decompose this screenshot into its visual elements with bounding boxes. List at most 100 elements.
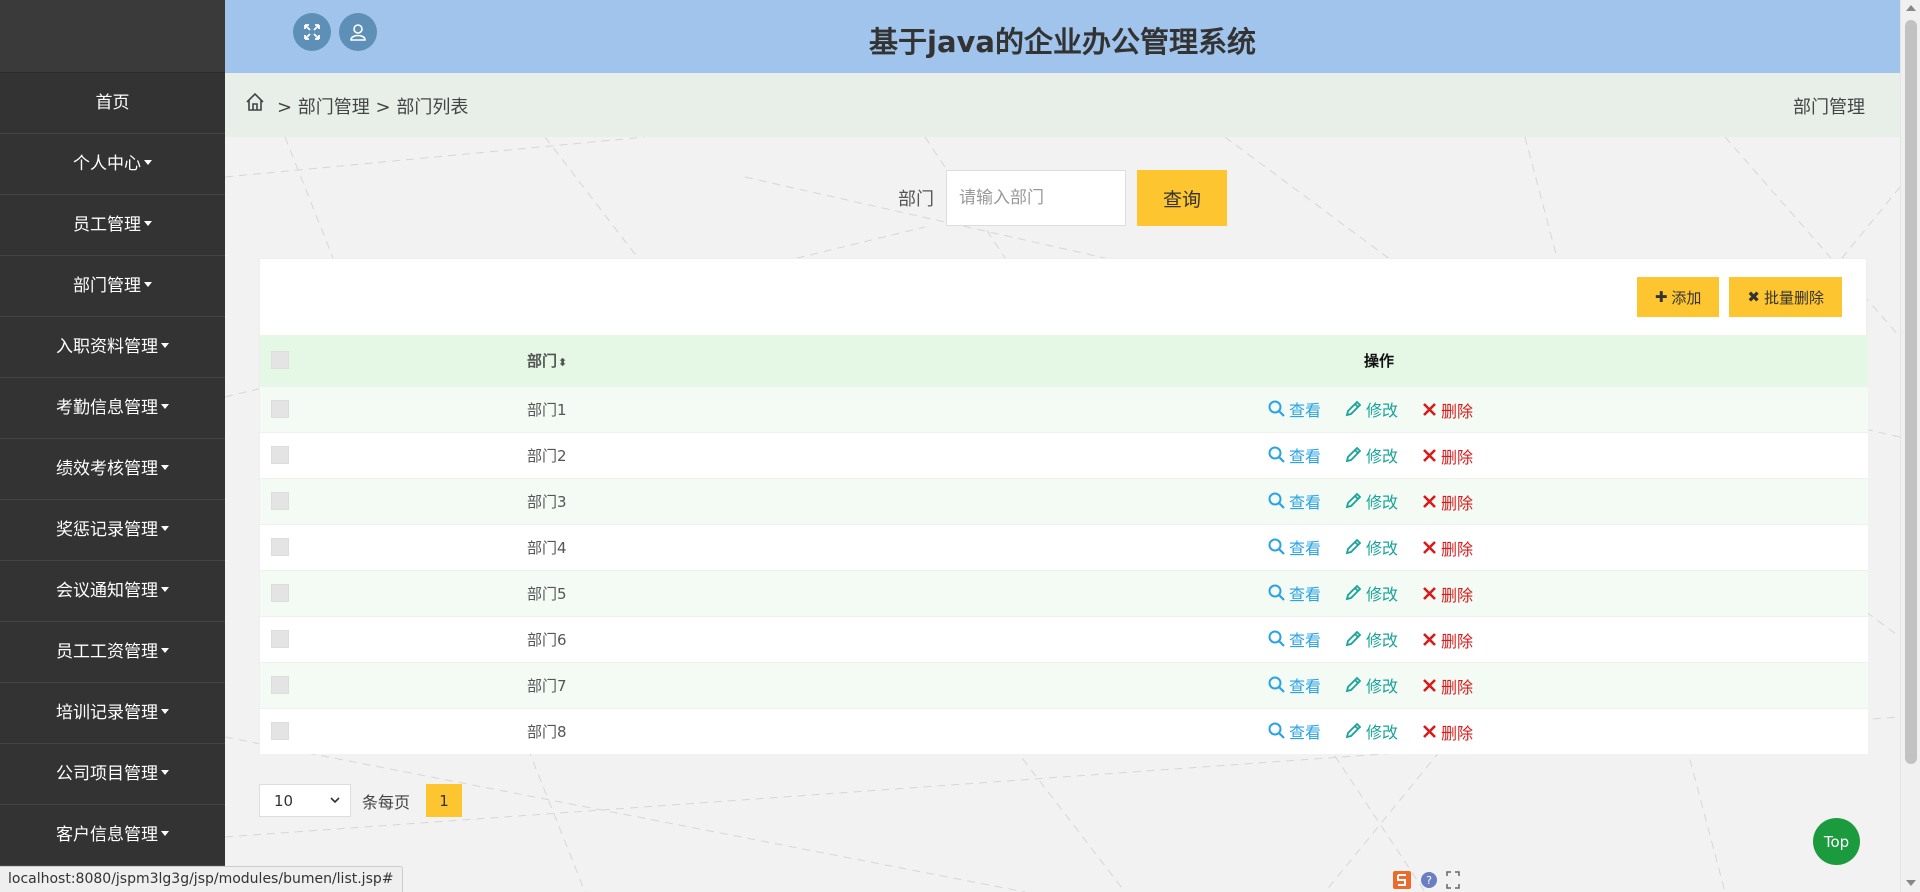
view-button[interactable]: 查看 (1268, 397, 1321, 421)
sidebar-item-label: 员工工资管理 (56, 642, 158, 662)
sidebar-item-1[interactable]: 个人中心 (0, 134, 225, 195)
back-to-top-button[interactable]: Top (1813, 818, 1860, 865)
plus-icon: ✚ (1654, 288, 1668, 306)
department-search-input[interactable] (946, 170, 1126, 226)
column-header-department[interactable]: 部门⬍ (300, 335, 860, 386)
row-checkbox[interactable] (271, 630, 289, 648)
delete-button[interactable]: 删除 (1422, 582, 1473, 606)
close-icon (1423, 403, 1436, 416)
edit-button[interactable]: 修改 (1345, 443, 1398, 467)
sidebar-menu: 首页 个人中心 员工管理 部门管理 入职资料管理 考勤信息管理 绩效考核管理奖惩记录管理会议… (0, 73, 225, 892)
department-name: 部门5 (527, 584, 567, 603)
html5-icon[interactable] (1392, 870, 1412, 890)
select-all-checkbox[interactable] (271, 351, 289, 370)
sidebar-item-8[interactable]: 会议通知管理 (0, 561, 225, 622)
row-actions: 查看 修改 删除 (860, 662, 1868, 708)
table-body: 部门1 查看 修改 删除 部门2 查看 修改 删除 部门3 查看 修改 删除 部门4 查看 修改 删除 部门5 查… (260, 386, 1868, 754)
sidebar-item-label: 奖惩记录管理 (56, 520, 158, 540)
caret-down-icon (161, 343, 169, 348)
scroll-up-arrow[interactable] (1906, 5, 1916, 11)
table-header-row: 部门⬍ 操作 (260, 335, 1868, 386)
sidebar-item-0[interactable]: 首页 (0, 73, 225, 134)
sort-icon[interactable]: ⬍ (558, 356, 567, 369)
view-button[interactable]: 查看 (1268, 581, 1321, 605)
delete-button[interactable]: 删除 (1422, 628, 1473, 652)
sidebar-item-10[interactable]: 培训记录管理 (0, 683, 225, 744)
department-name: 部门1 (527, 400, 567, 419)
sidebar-item-2[interactable]: 员工管理 (0, 195, 225, 256)
sidebar-item-12[interactable]: 客户信息管理 (0, 805, 225, 866)
caret-down-icon (161, 465, 169, 470)
view-button[interactable]: 查看 (1268, 627, 1321, 651)
row-actions: 查看 修改 删除 (860, 570, 1868, 616)
edit-button[interactable]: 修改 (1345, 627, 1398, 651)
sidebar-item-4[interactable]: 入职资料管理 (0, 317, 225, 378)
edit-button[interactable]: 修改 (1345, 673, 1398, 697)
row-actions: 查看 修改 删除 (860, 432, 1868, 478)
caret-down-icon (161, 770, 169, 775)
search-icon (1268, 630, 1285, 647)
delete-button[interactable]: 删除 (1422, 444, 1473, 468)
row-checkbox[interactable] (271, 538, 289, 556)
edit-button[interactable]: 修改 (1345, 535, 1398, 559)
pencil-icon (1345, 492, 1362, 509)
row-checkbox[interactable] (271, 584, 289, 602)
delete-button[interactable]: 删除 (1422, 674, 1473, 698)
close-icon (1423, 449, 1436, 462)
view-button[interactable]: 查看 (1268, 673, 1321, 697)
home-icon[interactable] (245, 92, 265, 112)
scroll-thumb[interactable] (1905, 20, 1917, 764)
vertical-scrollbar[interactable] (1900, 0, 1920, 892)
edit-button[interactable]: 修改 (1345, 719, 1398, 743)
department-name: 部门6 (527, 630, 567, 649)
table-row: 部门7 查看 修改 删除 (260, 662, 1868, 708)
pagination: 10 条每页 1 (259, 784, 463, 817)
table-row: 部门1 查看 修改 删除 (260, 386, 1868, 432)
edit-button[interactable]: 修改 (1345, 489, 1398, 513)
search-icon (1268, 676, 1285, 693)
sidebar-item-3[interactable]: 部门管理 (0, 256, 225, 317)
row-checkbox[interactable] (271, 676, 289, 694)
view-button[interactable]: 查看 (1268, 535, 1321, 559)
edit-button[interactable]: 修改 (1345, 397, 1398, 421)
delete-button[interactable]: 删除 (1422, 720, 1473, 744)
per-page-label: 条每页 (362, 792, 411, 812)
delete-button[interactable]: 删除 (1422, 490, 1473, 514)
search-icon (1268, 492, 1285, 509)
sidebar-item-11[interactable]: 公司项目管理 (0, 744, 225, 805)
page-number-current[interactable]: 1 (426, 784, 463, 817)
row-checkbox[interactable] (271, 722, 289, 741)
sidebar-item-9[interactable]: 员工工资管理 (0, 622, 225, 683)
row-checkbox[interactable] (271, 400, 289, 418)
sidebar-item-6[interactable]: 绩效考核管理 (0, 439, 225, 500)
caret-down-icon (161, 587, 169, 592)
chevron-down-icon (330, 797, 340, 804)
sidebar-item-5[interactable]: 考勤信息管理 (0, 378, 225, 439)
browser-status-url: localhost:8080/jspm3lg3g/jsp/modules/bum… (0, 866, 403, 892)
sidebar-item-label: 培训记录管理 (56, 703, 158, 723)
fullscreen-icon[interactable] (1446, 871, 1460, 889)
breadcrumb-path: > 部门管理 > 部门列表 (277, 97, 469, 118)
department-table: 部门⬍ 操作 部门1 查看 修改 删除 部门2 查看 修改 删除 部门3 查看 修改 删除 部门4 查看修… (260, 335, 1868, 754)
scroll-down-arrow[interactable] (1906, 880, 1916, 886)
row-checkbox[interactable] (271, 446, 289, 464)
view-button[interactable]: 查看 (1268, 489, 1321, 513)
department-name: 部门8 (527, 722, 567, 741)
search-button[interactable]: 查询 (1137, 170, 1227, 226)
page-size-select[interactable]: 10 (259, 784, 351, 817)
edit-button[interactable]: 修改 (1345, 581, 1398, 605)
pencil-icon (1345, 676, 1362, 693)
table-row: 部门4 查看 修改 删除 (260, 524, 1868, 570)
add-button[interactable]: ✚ 添加 (1636, 277, 1720, 317)
sidebar-item-7[interactable]: 奖惩记录管理 (0, 500, 225, 561)
pencil-icon (1345, 446, 1362, 463)
view-button[interactable]: 查看 (1268, 719, 1321, 743)
caret-down-icon (161, 526, 169, 531)
row-checkbox[interactable] (271, 492, 289, 510)
help-icon[interactable]: ? (1420, 871, 1438, 889)
view-button[interactable]: 查看 (1268, 443, 1321, 467)
delete-button[interactable]: 删除 (1422, 536, 1473, 560)
delete-button[interactable]: 删除 (1422, 398, 1473, 422)
department-name: 部门2 (527, 446, 567, 465)
batch-delete-button[interactable]: ✖ 批量删除 (1729, 277, 1842, 317)
